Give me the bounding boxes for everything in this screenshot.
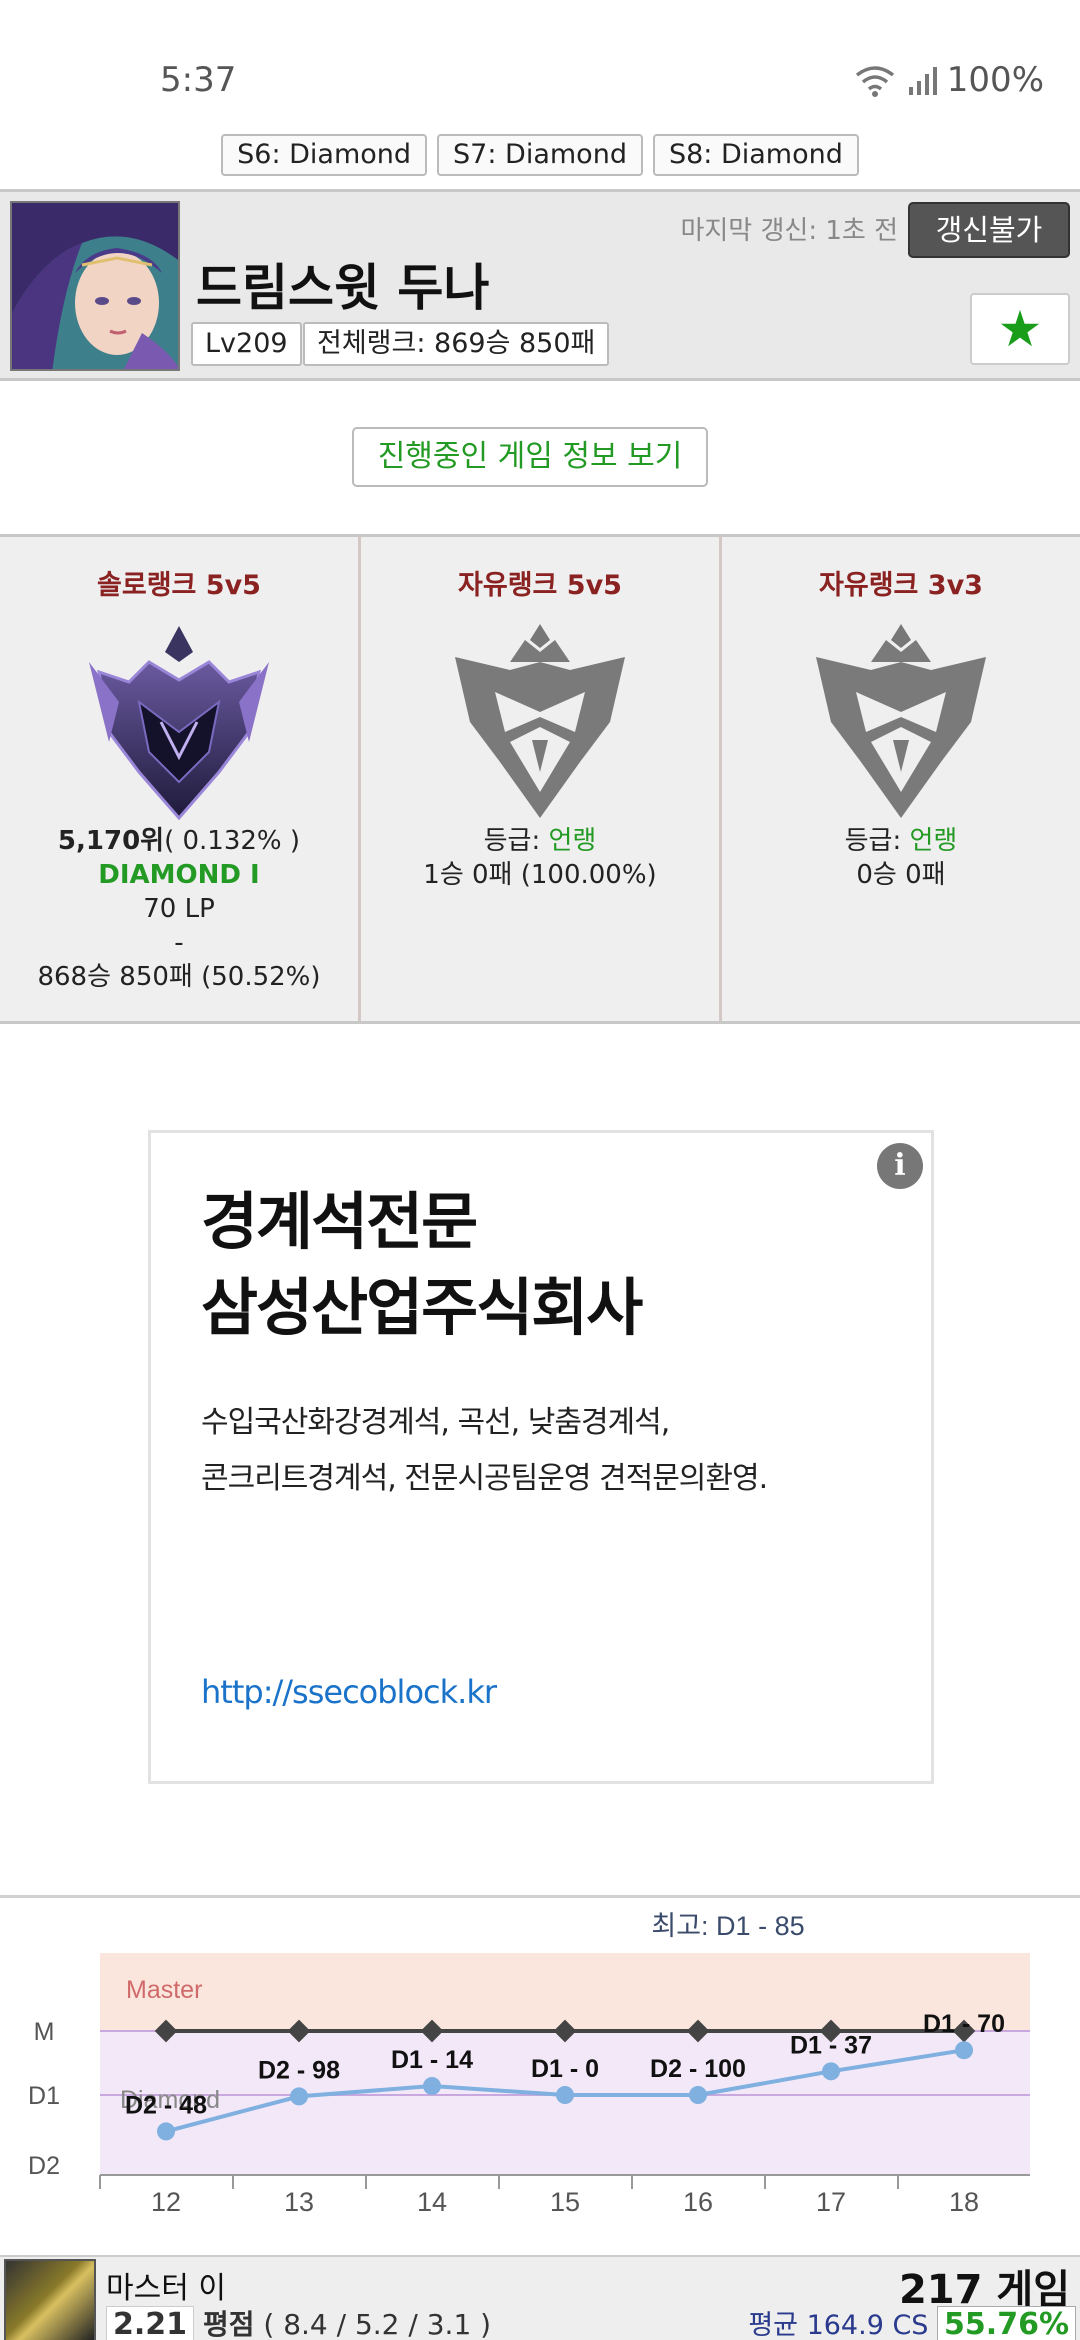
series-point	[423, 2077, 441, 2096]
average-cs: 평균 164.9 CS	[748, 2310, 929, 2340]
rank-title: 자유랭크 3v3	[819, 570, 983, 601]
rank-title: 자유랭크 5v5	[458, 570, 622, 601]
ad-body-text: 수입국산화강경계석, 곡선, 낮춤경계석,	[201, 1405, 670, 1440]
x-tick-label: 14	[417, 2187, 447, 2217]
season-chip: S6: Diamond	[221, 134, 428, 176]
kda-label: 평점	[202, 2308, 255, 2340]
status-bar: 5:37 100%	[0, 0, 1080, 130]
series-point	[157, 2122, 175, 2141]
rank-title: 솔로랭크 5v5	[97, 570, 261, 601]
kda-score: 2.21	[106, 2306, 195, 2340]
grade-value: 언랭	[909, 826, 958, 856]
profile-avatar	[10, 201, 180, 371]
star-icon: ★	[997, 300, 1043, 358]
x-tick-label: 15	[550, 2187, 580, 2217]
level-badge: Lv209	[191, 322, 302, 366]
ad-link[interactable]: http://ssecoblock.kr	[201, 1673, 497, 1711]
kda-detail: ( 8.4 / 5.2 / 3.1 )	[263, 2308, 492, 2340]
favorite-button[interactable]: ★	[970, 293, 1070, 365]
diamond-emblem-icon	[89, 626, 269, 821]
win-loss-record: 1승 0패 (100.00%)	[423, 860, 657, 890]
data-label: D2 - 98	[258, 2056, 340, 2084]
rank-panel-flex-3v3: 자유랭크 3v3 등급: 언랭 0승 0패	[722, 537, 1080, 1021]
status-time: 5:37	[160, 60, 237, 100]
ad-headline: 삼성산업주식회사	[201, 1271, 643, 1344]
season-chip: S7: Diamond	[437, 134, 643, 176]
x-tick-label: 12	[151, 2187, 181, 2217]
data-label: D2 - 100	[650, 2055, 746, 2083]
data-label: D1 - 70	[923, 2010, 1005, 2038]
y-tick-label: D2	[28, 2152, 60, 2180]
rank-panel-solo: 솔로랭크 5v5 5,170위( 0.132% ) DIAMOND I 70 L…	[0, 537, 361, 1021]
data-label: D1 - 37	[790, 2031, 872, 2059]
tier-chart-svg: MasterDiamond최고: D1 - 85MD1D212 13 14 15 16 1…	[28, 1911, 1030, 2217]
wifi-icon	[855, 66, 894, 97]
rank-panels: 솔로랭크 5v5 5,170위( 0.132% ) DIAMOND I 70 L…	[0, 534, 1080, 1024]
win-rate: 55.76%	[937, 2306, 1076, 2340]
y-tick-label: D1	[28, 2082, 60, 2110]
info-icon[interactable]: i	[877, 1143, 923, 1189]
average-line: 평균 164.9 CS 55.76%	[748, 2303, 1076, 2340]
x-tick-label: 17	[816, 2187, 846, 2217]
tier-label: DIAMOND I	[98, 860, 260, 890]
unranked-emblem-icon	[816, 624, 986, 818]
total-rank-badge: 전체랭크: 869승 850패	[303, 322, 610, 366]
battery-percent: 100%	[946, 60, 1044, 100]
rank-percent: ( 0.132% )	[164, 826, 301, 856]
series-point	[290, 2087, 308, 2106]
master-band	[100, 1953, 1030, 2031]
champion-icon	[4, 2259, 96, 2340]
series-point	[822, 2062, 840, 2081]
x-tick-label: 13	[284, 2187, 314, 2217]
tier-history-chart: Master Diamond 최고: D1 - 85 M D1 D2 12 13 14 15 16 1…	[0, 1895, 1080, 2255]
live-game-button[interactable]: 진행중인 게임 정보 보기	[352, 427, 708, 487]
x-tick-label: 16	[683, 2187, 713, 2217]
x-tick-label: 18	[949, 2187, 979, 2217]
champion-summary-row[interactable]: 마스터 이 2.21 평점 ( 8.4 / 5.2 / 3.1 ) 217 게임…	[0, 2255, 1080, 2340]
win-loss-record: 0승 0패	[856, 860, 946, 890]
season-chip: S8: Diamond	[652, 134, 859, 176]
summoner-name: 드림스윗 두나	[196, 259, 490, 317]
y-tick-label: M	[34, 2018, 55, 2046]
rank-position: 5,170위	[57, 826, 165, 856]
advertisement[interactable]: i 경계석전문 삼성산업주식회사 수입국산화강경계석, 곡선, 낮춤경계석, 콘…	[148, 1130, 934, 1784]
kda-line: 2.21 평점 ( 8.4 / 5.2 / 3.1 )	[106, 2303, 491, 2340]
profile-header: 드림스윗 두나 Lv209 전체랭크: 869승 850패 마지막 갱신: 1초…	[0, 189, 1080, 381]
data-label: D1 - 0	[531, 2055, 599, 2083]
chart-title: 최고: D1 - 85	[651, 1911, 804, 1941]
grade-label: 등급:	[483, 826, 541, 856]
grade-value: 언랭	[548, 826, 597, 856]
season-history: S6: Diamond S7: Diamond S8: Diamond	[0, 134, 1080, 176]
last-update-text: 마지막 갱신: 1초 전	[680, 216, 898, 246]
ad-body-text: 콘크리트경계석, 전문시공팀운영 견적문의환영.	[201, 1461, 768, 1496]
series-point	[689, 2086, 707, 2104]
data-label: D1 - 14	[391, 2046, 473, 2074]
separator: -	[174, 928, 184, 958]
rank-panel-flex-5v5: 자유랭크 5v5 등급: 언랭 1승 0패 (100.00%)	[361, 537, 722, 1021]
ad-headline: 경계석전문	[201, 1185, 478, 1258]
signal-icon	[908, 67, 937, 95]
champion-name: 마스터 이	[106, 2271, 226, 2306]
refresh-button[interactable]: 갱신불가	[908, 202, 1070, 258]
win-loss-record: 868승 850패 (50.52%)	[37, 962, 321, 992]
series-point	[955, 2041, 973, 2060]
band-label: Master	[126, 1976, 202, 2004]
series-point	[556, 2086, 574, 2104]
league-points: 70 LP	[143, 894, 215, 924]
unranked-emblem-icon	[455, 624, 625, 818]
grade-label: 등급:	[844, 826, 902, 856]
status-icons: 100%	[853, 60, 1044, 100]
data-label: D2 - 48	[125, 2091, 207, 2119]
